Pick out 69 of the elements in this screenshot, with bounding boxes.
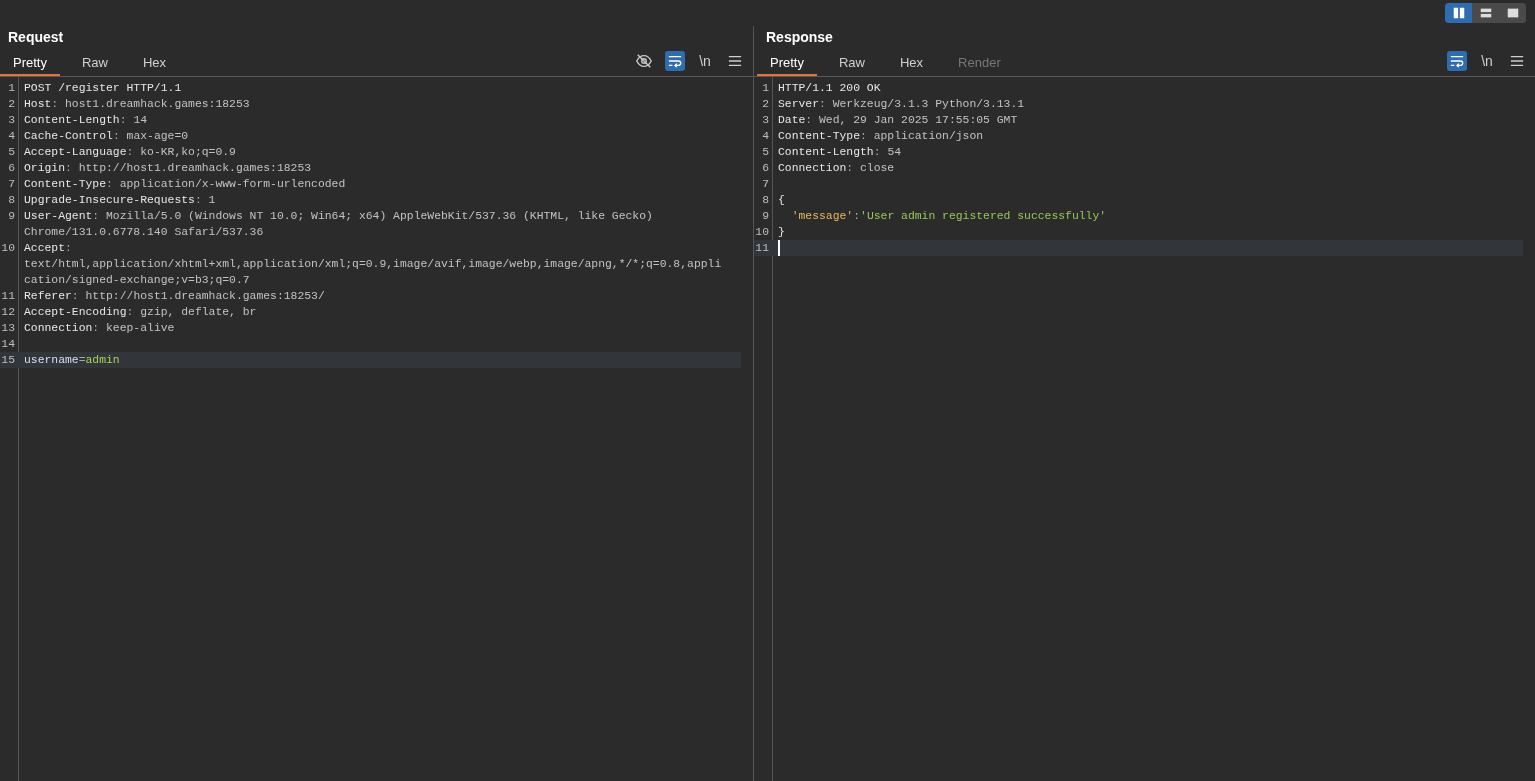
line-number: 14	[0, 337, 16, 352]
line-number: 11	[754, 241, 770, 256]
code-line: username=admin	[24, 353, 120, 368]
line-number: 6	[761, 161, 770, 176]
code-line: Connection: close	[778, 161, 895, 176]
code-line: }	[778, 225, 785, 240]
code-line: text/html,application/xhtml+xml,application/xml;q=0.9,image/avif,image/webp,image/apng,*/*;q=0.8,appli	[24, 257, 722, 272]
line-number: 9	[7, 209, 16, 224]
code-line: User-Agent: Mozilla/5.0 (Windows NT 10.0; Win64; x64) AppleWebKit/537.36 (KHTML, like Gecko)	[24, 209, 653, 224]
code-line: Accept-Encoding: gzip, deflate, br	[24, 305, 257, 320]
code-line: 'message':'User admin registered successfully'	[790, 209, 1107, 224]
line-number: 1	[761, 81, 770, 96]
code-line: Cache-Control: max-age=0	[24, 129, 189, 144]
wrap-icon[interactable]	[1447, 51, 1467, 71]
line-number: 13	[0, 321, 16, 336]
line-number: 4	[761, 129, 770, 144]
line-number: 15	[0, 353, 16, 368]
line-number: 4	[7, 129, 16, 144]
window-icon	[1505, 6, 1520, 20]
line-number: 6	[7, 161, 16, 176]
code-line: Date: Wed, 29 Jan 2025 17:55:05 GMT	[778, 113, 1018, 128]
line-number: 11	[0, 289, 16, 304]
code-line: cation/signed-exchange;v=b3;q=0.7	[24, 273, 250, 288]
code-line: Accept-Language: ko-KR,ko;q=0.9	[24, 145, 236, 160]
line-number: 2	[761, 97, 770, 112]
rows-icon	[1478, 6, 1493, 20]
code-line: Server: Werkzeug/3.1.3 Python/3.13.1	[778, 97, 1025, 112]
code-line: Content-Type: application/json	[778, 129, 984, 144]
line-number: 5	[7, 145, 16, 160]
tab[interactable]: Hex	[887, 52, 937, 76]
newline-toggle-button[interactable]: \n	[695, 51, 715, 71]
hide-icon[interactable]	[633, 51, 655, 71]
line-number: 8	[761, 193, 770, 208]
columns-icon	[1451, 6, 1466, 20]
tab[interactable]: Hex	[130, 52, 180, 76]
wrap-icon[interactable]	[665, 51, 685, 71]
code-line: Content-Length: 14	[24, 113, 148, 128]
line-number: 9	[761, 209, 770, 224]
line-number: 10	[0, 241, 16, 256]
code-line: Content-Type: application/x-www-form-urlencoded	[24, 177, 346, 192]
code-line: POST /register HTTP/1.1	[24, 81, 182, 96]
line-number: 12	[0, 305, 16, 320]
line-number: 3	[7, 113, 16, 128]
code-line: Accept:	[24, 241, 72, 256]
code-line: Origin: http://host1.dreamhack.games:18253	[24, 161, 312, 176]
tab[interactable]: Pretty	[757, 52, 817, 76]
code-line: Upgrade-Insecure-Requests: 1	[24, 193, 216, 208]
panel-title: Request	[8, 27, 64, 47]
layout-toggle-button[interactable]	[1445, 3, 1472, 23]
code-line: Host: host1.dreamhack.games:18253	[24, 97, 250, 112]
newline-toggle-button[interactable]: \n	[1477, 51, 1497, 71]
line-number: 3	[761, 113, 770, 128]
code-line: {	[778, 193, 785, 208]
tab[interactable]: Raw	[825, 52, 878, 76]
tab[interactable]: Raw	[68, 52, 121, 76]
code-line: Content-Length: 54	[778, 145, 902, 160]
line-number: 10	[754, 225, 770, 240]
line-number: 2	[7, 97, 16, 112]
line-number: 7	[761, 177, 770, 192]
line-number: 7	[7, 177, 16, 192]
panel-title: Response	[766, 27, 833, 47]
code-line: Connection: keep-alive	[24, 321, 175, 336]
code-line: Chrome/131.0.6778.140 Safari/537.36	[24, 225, 264, 240]
code-line: Referer: http://host1.dreamhack.games:18253/	[24, 289, 325, 304]
line-number: 8	[7, 193, 16, 208]
line-number: 5	[761, 145, 770, 160]
code-line: HTTP/1.1 200 OK	[778, 81, 881, 96]
line-number: 1	[7, 81, 16, 96]
tab[interactable]: Pretty	[0, 52, 60, 76]
